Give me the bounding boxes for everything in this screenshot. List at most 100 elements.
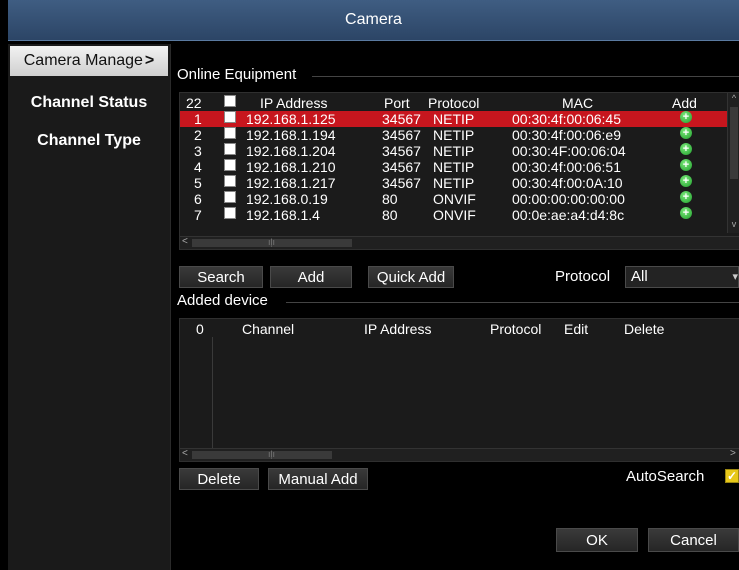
cell-mac: 00:30:4F:00:06:04 [512,143,626,159]
row-checkbox[interactable] [224,127,236,139]
row-checkbox[interactable] [224,191,236,203]
cell-port: 34567 [382,127,421,143]
row-checkbox[interactable] [224,111,236,123]
sidebar-item-camera-manage[interactable]: Camera Manage > [10,46,168,76]
table-row[interactable]: 1 192.168.1.125 34567 NETIP 00:30:4f:00:06:4… [180,111,728,127]
cell-no: 6 [194,191,202,207]
cell-protocol: NETIP [433,111,475,127]
cell-port: 80 [382,207,398,223]
search-button[interactable]: Search [179,266,263,288]
grip-icon: ıļı [268,449,276,459]
cell-no: 3 [194,143,202,159]
table-header: 0 Channel IP Address Protocol Edit Delet… [180,321,739,337]
add-plus-icon[interactable]: + [680,175,692,187]
add-plus-icon[interactable]: + [680,207,692,219]
cell-port: 34567 [382,143,421,159]
column-separator [212,337,213,449]
header-mac: MAC [562,95,594,111]
added-device-table[interactable]: 0 Channel IP Address Protocol Edit Delet… [179,318,739,462]
row-checkbox[interactable] [224,207,236,219]
sidebar-item-label: Channel Type [37,132,141,149]
added-count: 0 [196,321,204,337]
add-button[interactable]: Add [270,266,352,288]
table-row[interactable]: 5 192.168.1.217 34567 NETIP 00:30:4f:00:0A:1… [180,175,728,191]
autosearch-checkbox[interactable]: ✓ [725,469,739,483]
row-checkbox[interactable] [224,159,236,171]
scroll-down-icon[interactable]: v [728,219,739,229]
cell-port: 34567 [382,175,421,191]
online-count: 22 [186,95,202,111]
scroll-up-icon[interactable]: ^ [728,93,739,103]
chevron-down-icon: ▾ [732,271,738,283]
cell-mac: 00:30:4f:00:06:45 [512,111,621,127]
add-plus-icon[interactable]: + [680,127,692,139]
add-plus-icon[interactable]: + [680,191,692,203]
cell-mac: 00:30:4f:00:06:51 [512,159,621,175]
cell-ip: 192.168.1.204 [246,143,336,159]
ok-button[interactable]: OK [556,528,638,552]
cell-protocol: ONVIF [433,207,476,223]
cell-mac: 00:30:4f:00:06:e9 [512,127,621,143]
cell-port: 34567 [382,111,421,127]
window-title: Camera [345,11,402,28]
scroll-right-icon[interactable]: > [730,448,736,459]
row-checkbox[interactable] [224,175,236,187]
delete-button[interactable]: Delete [179,468,259,490]
table-row[interactable]: 4 192.168.1.210 34567 NETIP 00:30:4f:00:06:5… [180,159,728,175]
header-channel: Channel [242,321,295,337]
table-row[interactable]: 7 192.168.1.4 80 ONVIF 00:0e:ae:a4:d4:8c + [180,207,728,223]
header-port: Port [384,95,410,111]
cell-port: 34567 [382,159,421,175]
scroll-left-icon[interactable]: < [182,236,188,247]
header-ip-address: IP Address [260,95,328,111]
window-title-bar: Camera [8,0,739,41]
header-edit: Edit [564,321,589,337]
sidebar: Camera Manage > Channel Status Channel T… [8,44,171,570]
add-plus-icon[interactable]: + [680,159,692,171]
table-row[interactable]: 2 192.168.1.194 34567 NETIP 00:30:4f:00:06:e… [180,127,728,143]
cancel-button[interactable]: Cancel [648,528,739,552]
cell-protocol: ONVIF [433,191,476,207]
cell-no: 2 [194,127,202,143]
manual-add-button[interactable]: Manual Add [268,468,368,490]
header-delete: Delete [624,321,665,337]
scroll-thumb[interactable] [730,107,738,179]
cell-no: 5 [194,175,202,191]
cell-ip: 192.168.0.19 [246,191,328,207]
protocol-select[interactable]: All ▾ [625,266,739,288]
protocol-label: Protocol [555,268,611,285]
cell-ip: 192.168.1.194 [246,127,336,143]
cell-protocol: NETIP [433,175,475,191]
cell-mac: 00:00:00:00:00:00 [512,191,625,207]
group-divider [286,302,739,303]
sidebar-item-label: Camera Manage [23,52,143,69]
header-protocol: Protocol [428,95,480,111]
sidebar-item-channel-status[interactable]: Channel Status [8,88,170,118]
autosearch-label: AutoSearch [626,468,705,485]
select-all-checkbox[interactable] [224,95,236,107]
camera-window: Camera Camera Manage > Channel Status Ch… [0,0,739,570]
cell-ip: 192.168.1.4 [246,207,320,223]
add-plus-icon[interactable]: + [680,143,692,155]
cell-protocol: NETIP [433,143,475,159]
header-protocol: Protocol [490,321,542,337]
cell-no: 7 [194,207,202,223]
scroll-left-icon[interactable]: < [182,448,188,459]
grip-icon: ıļı [268,237,276,247]
horizontal-scrollbar[interactable]: < ıļı [180,236,739,249]
add-plus-icon[interactable]: + [680,111,692,123]
row-checkbox[interactable] [224,143,236,155]
horizontal-scrollbar[interactable]: < ıļı > [180,448,739,461]
sidebar-item-channel-type[interactable]: Channel Type [8,126,170,156]
content-panel: Online Equipment 22 IP Address Port Prot… [172,44,739,570]
scroll-thumb[interactable] [192,451,332,459]
protocol-value: All [631,268,648,285]
cell-protocol: NETIP [433,159,475,175]
vertical-scrollbar[interactable]: ^ v [727,93,739,233]
table-row[interactable]: 6 192.168.0.19 80 ONVIF 00:00:00:00:00:00 + [180,191,728,207]
table-header: 22 IP Address Port Protocol MAC Add [180,95,728,111]
quick-add-button[interactable]: Quick Add [368,266,454,288]
table-row[interactable]: 3 192.168.1.204 34567 NETIP 00:30:4F:00:06:0… [180,143,728,159]
online-equipment-table[interactable]: 22 IP Address Port Protocol MAC Add 1 192… [179,92,739,250]
added-device-label: Added device [177,292,268,309]
